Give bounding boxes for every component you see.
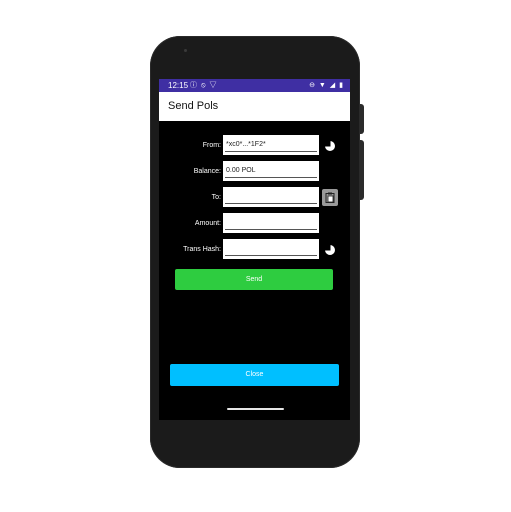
balance-underline xyxy=(225,177,317,178)
from-underline xyxy=(225,151,317,152)
balance-label: Balance: xyxy=(193,168,221,175)
from-label: From: xyxy=(202,142,221,149)
status-notification-icons: ⓘ ⦸ ▽ xyxy=(190,82,218,89)
balance-value: 0.00 POL xyxy=(226,167,256,174)
power-button xyxy=(360,104,364,134)
copy-icon[interactable] xyxy=(324,140,336,152)
from-field[interactable]: *xc0*...*1F2* xyxy=(223,135,319,155)
balance-field: 0.00 POL xyxy=(223,161,319,181)
from-value: *xc0*...*1F2* xyxy=(226,141,266,148)
app-bar: Send Pols xyxy=(159,92,350,121)
trans-hash-field[interactable] xyxy=(223,239,319,259)
close-button[interactable]: Close xyxy=(170,364,339,386)
send-button[interactable]: Send xyxy=(175,269,333,290)
gesture-nav-bar[interactable] xyxy=(227,408,284,410)
paste-button[interactable] xyxy=(322,189,338,206)
camera-dot xyxy=(184,49,187,52)
status-time: 12:15 xyxy=(168,81,189,90)
paste-icon xyxy=(325,192,335,203)
status-bar: 12:15 ⓘ ⦸ ▽ ⊖ ▼ ◢ ▮ xyxy=(159,79,350,92)
to-field[interactable] xyxy=(223,187,319,207)
status-system-icons: ⊖ ▼ ◢ ▮ xyxy=(309,82,344,89)
trans-hash-underline xyxy=(225,255,317,256)
amount-label: Amount: xyxy=(194,220,221,227)
volume-button xyxy=(360,140,364,200)
page-title: Send Pols xyxy=(168,100,219,112)
amount-field[interactable] xyxy=(223,213,319,233)
app-screen: 12:15 ⓘ ⦸ ▽ ⊖ ▼ ◢ ▮ Send Pols From: *xc0… xyxy=(159,79,350,420)
to-label: To: xyxy=(211,194,221,201)
to-underline xyxy=(225,203,317,204)
copy-hash-icon[interactable] xyxy=(324,244,336,256)
trans-hash-label: Trans Hash: xyxy=(183,246,221,253)
amount-underline xyxy=(225,229,317,230)
